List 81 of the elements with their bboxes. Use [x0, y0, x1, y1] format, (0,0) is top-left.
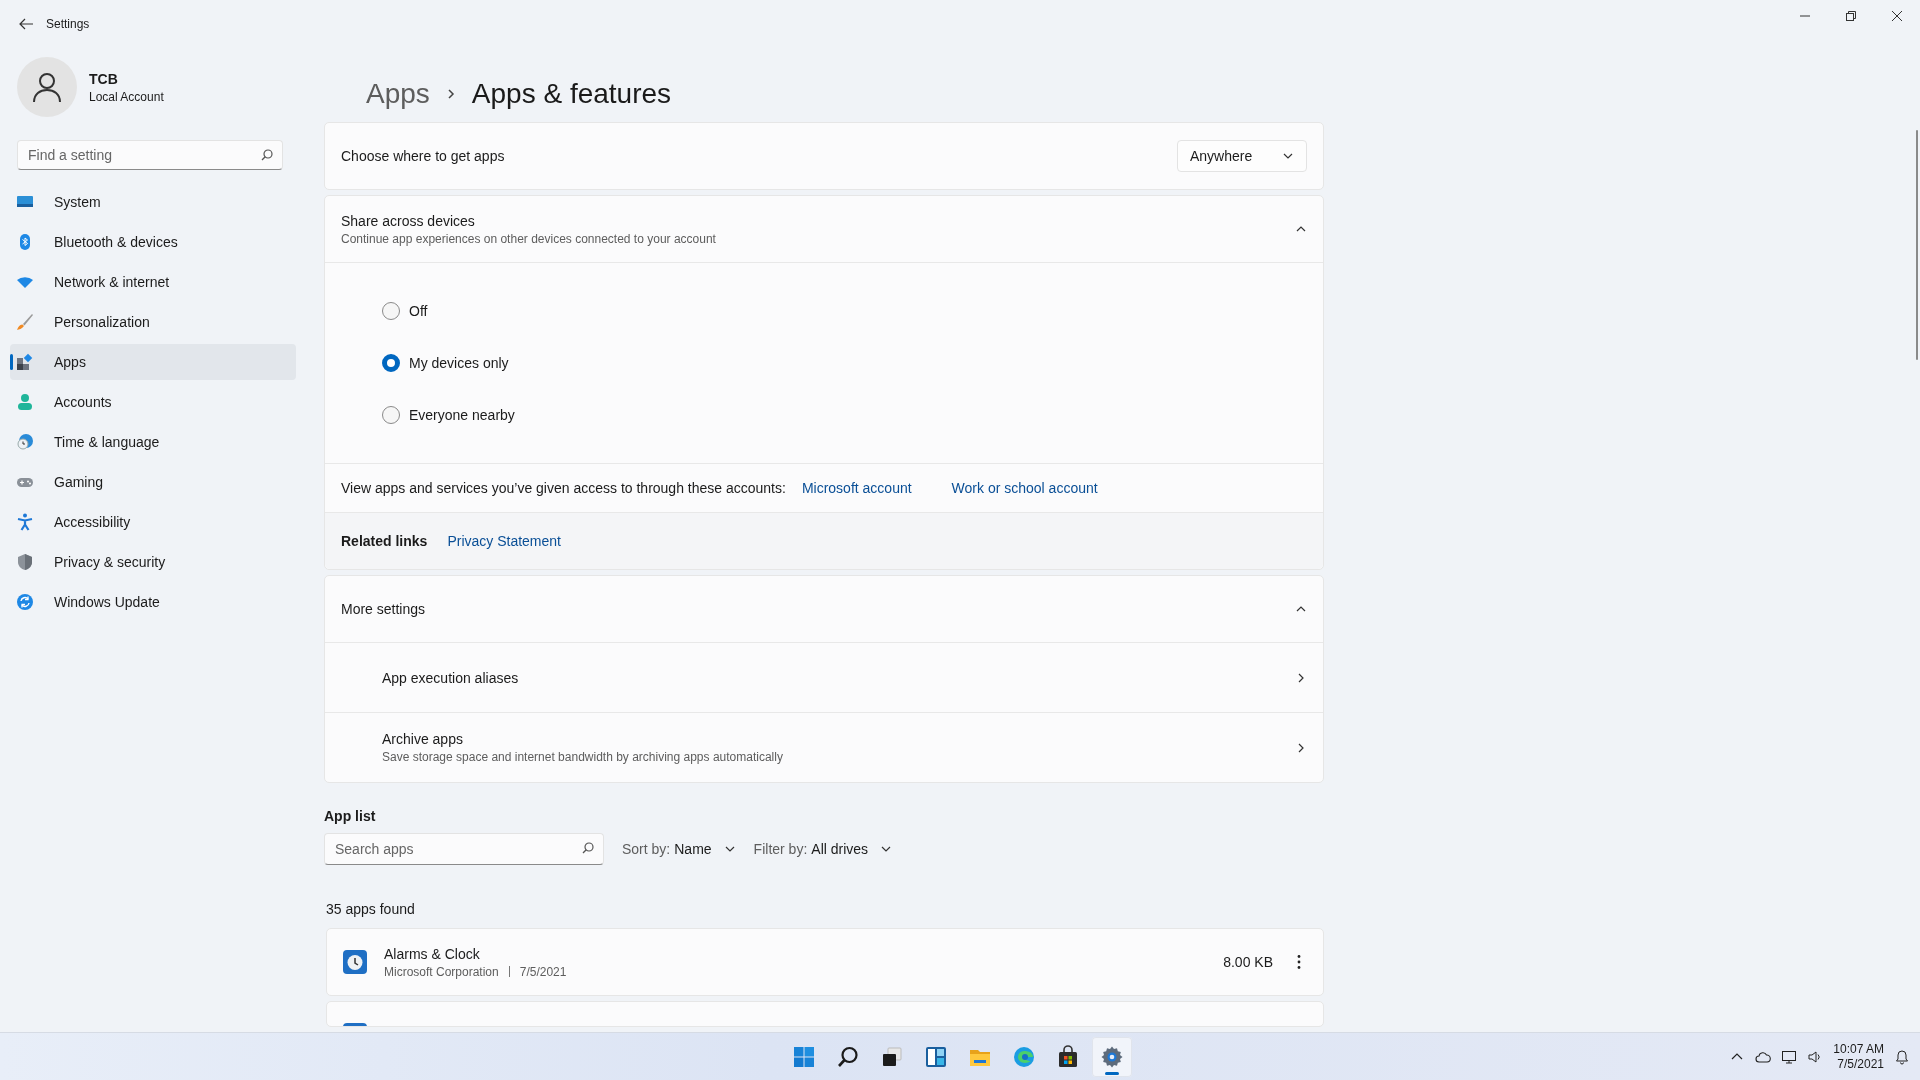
expander-header[interactable]: Share across devices Continue app experiences on other devices connected to your account: [325, 196, 1323, 262]
breadcrumb-link[interactable]: Apps: [366, 78, 430, 110]
radio-label: My devices only: [409, 355, 509, 371]
accessibility-icon: [16, 513, 34, 531]
clock-globe-icon: [16, 433, 34, 451]
settings-icon[interactable]: [1100, 1044, 1124, 1069]
nav-item[interactable]: Accessibility: [10, 504, 296, 540]
radio-button[interactable]: [382, 354, 400, 372]
chevron-right-icon: [445, 88, 456, 100]
search-icon: [582, 842, 594, 854]
dropdown-label: Filter by:: [753, 841, 808, 857]
radio-label: Off: [409, 303, 428, 319]
restore-icon[interactable]: [1846, 11, 1856, 21]
monitor-icon[interactable]: [1781, 1048, 1798, 1065]
app-date: 7/5/2021: [519, 964, 567, 979]
shield-icon: [16, 553, 34, 571]
task-view-icon[interactable]: [880, 1044, 904, 1069]
dropdown-value: All drives: [811, 841, 869, 857]
clock-time[interactable]: 10:07 AM: [1833, 1041, 1884, 1057]
nav-item[interactable]: Network & internet: [10, 264, 296, 300]
app-row[interactable]: Alarms & Clock Microsoft Corporation 7/5/2021 8.00 KB: [326, 928, 1324, 996]
shopping-bag-icon[interactable]: [1056, 1044, 1080, 1069]
app-size: 8.00 KB: [1223, 954, 1273, 970]
widgets-icon[interactable]: [924, 1044, 948, 1069]
setting-label: View apps and services you’ve given access to through these accounts:: [341, 480, 786, 496]
start-icon[interactable]: [792, 1044, 816, 1069]
radio-button[interactable]: [382, 406, 400, 424]
link[interactable]: Microsoft account: [801, 480, 912, 496]
section-title: App list: [324, 808, 377, 824]
nav-item[interactable]: Personalization: [10, 304, 296, 340]
scrollbar[interactable]: [1916, 130, 1918, 360]
setting-label: Choose where to get apps: [341, 148, 505, 164]
account-type: Local Account: [89, 89, 164, 104]
settings-link-row[interactable]: Archive apps Save storage space and internet bandwidth by archiving apps automatically: [325, 712, 1323, 782]
link[interactable]: Work or school account: [951, 480, 1098, 496]
setting-label: Share across devices: [341, 212, 476, 229]
notification-icon[interactable]: [1894, 1048, 1910, 1065]
sync-icon: [16, 593, 34, 611]
dropdown[interactable]: Anywhere: [1177, 140, 1307, 172]
radio-button[interactable]: [382, 302, 400, 320]
radio-label: Everyone nearby: [409, 407, 515, 423]
settings-link-row[interactable]: App execution aliases: [325, 642, 1323, 712]
nav-item[interactable]: System: [10, 184, 296, 220]
browser-icon[interactable]: [1012, 1044, 1036, 1069]
clock-date[interactable]: 7/5/2021: [1837, 1056, 1884, 1072]
page-title: Apps & features: [471, 78, 672, 110]
person-icon: [16, 393, 34, 411]
account-name: TCB: [89, 70, 119, 87]
person-icon: [31, 71, 63, 103]
setting-description: Continue app experiences on other devices connected to your account: [341, 231, 716, 246]
setting-description: Save storage space and internet bandwidth by archiving apps automatically: [382, 750, 783, 764]
nav-item[interactable]: Gaming: [10, 464, 296, 500]
setting-label: App execution aliases: [382, 669, 519, 686]
window-title: Settings: [46, 17, 90, 31]
related-links-label: Related links: [341, 533, 428, 549]
nav-item[interactable]: Bluetooth & devices: [10, 224, 296, 260]
close-icon[interactable]: [1892, 11, 1902, 21]
brush-icon: [16, 313, 34, 331]
expander-header[interactable]: More settings: [325, 576, 1323, 642]
apps-icon: [16, 353, 34, 371]
sort-dropdown[interactable]: Sort by: Name: [622, 841, 736, 857]
nav-item[interactable]: Time & language: [10, 424, 296, 460]
dropdown-value: Name: [674, 841, 712, 857]
search-field[interactable]: Search apps: [324, 833, 604, 865]
setting-label: More settings: [341, 601, 426, 617]
result-count: 35 apps found: [326, 901, 416, 917]
clock-icon: [343, 950, 367, 974]
search-icon: [261, 149, 273, 161]
nav-item[interactable]: Apps: [10, 344, 296, 380]
dropdown-label: Sort by:: [622, 841, 671, 857]
link[interactable]: Privacy Statement: [447, 533, 561, 549]
nav-item[interactable]: Windows Update: [10, 584, 296, 620]
nav-item[interactable]: Accounts: [10, 384, 296, 420]
search-field[interactable]: Find a setting: [17, 140, 283, 170]
setting-label: Archive apps: [382, 731, 464, 747]
app-publisher: Microsoft Corporation: [384, 964, 499, 979]
search-icon[interactable]: [836, 1044, 860, 1069]
nav-item[interactable]: Privacy & security: [10, 544, 296, 580]
back-icon[interactable]: [18, 16, 34, 32]
filter-dropdown[interactable]: Filter by: All drives: [753, 841, 893, 857]
app-name: Alarms & Clock: [384, 945, 481, 962]
